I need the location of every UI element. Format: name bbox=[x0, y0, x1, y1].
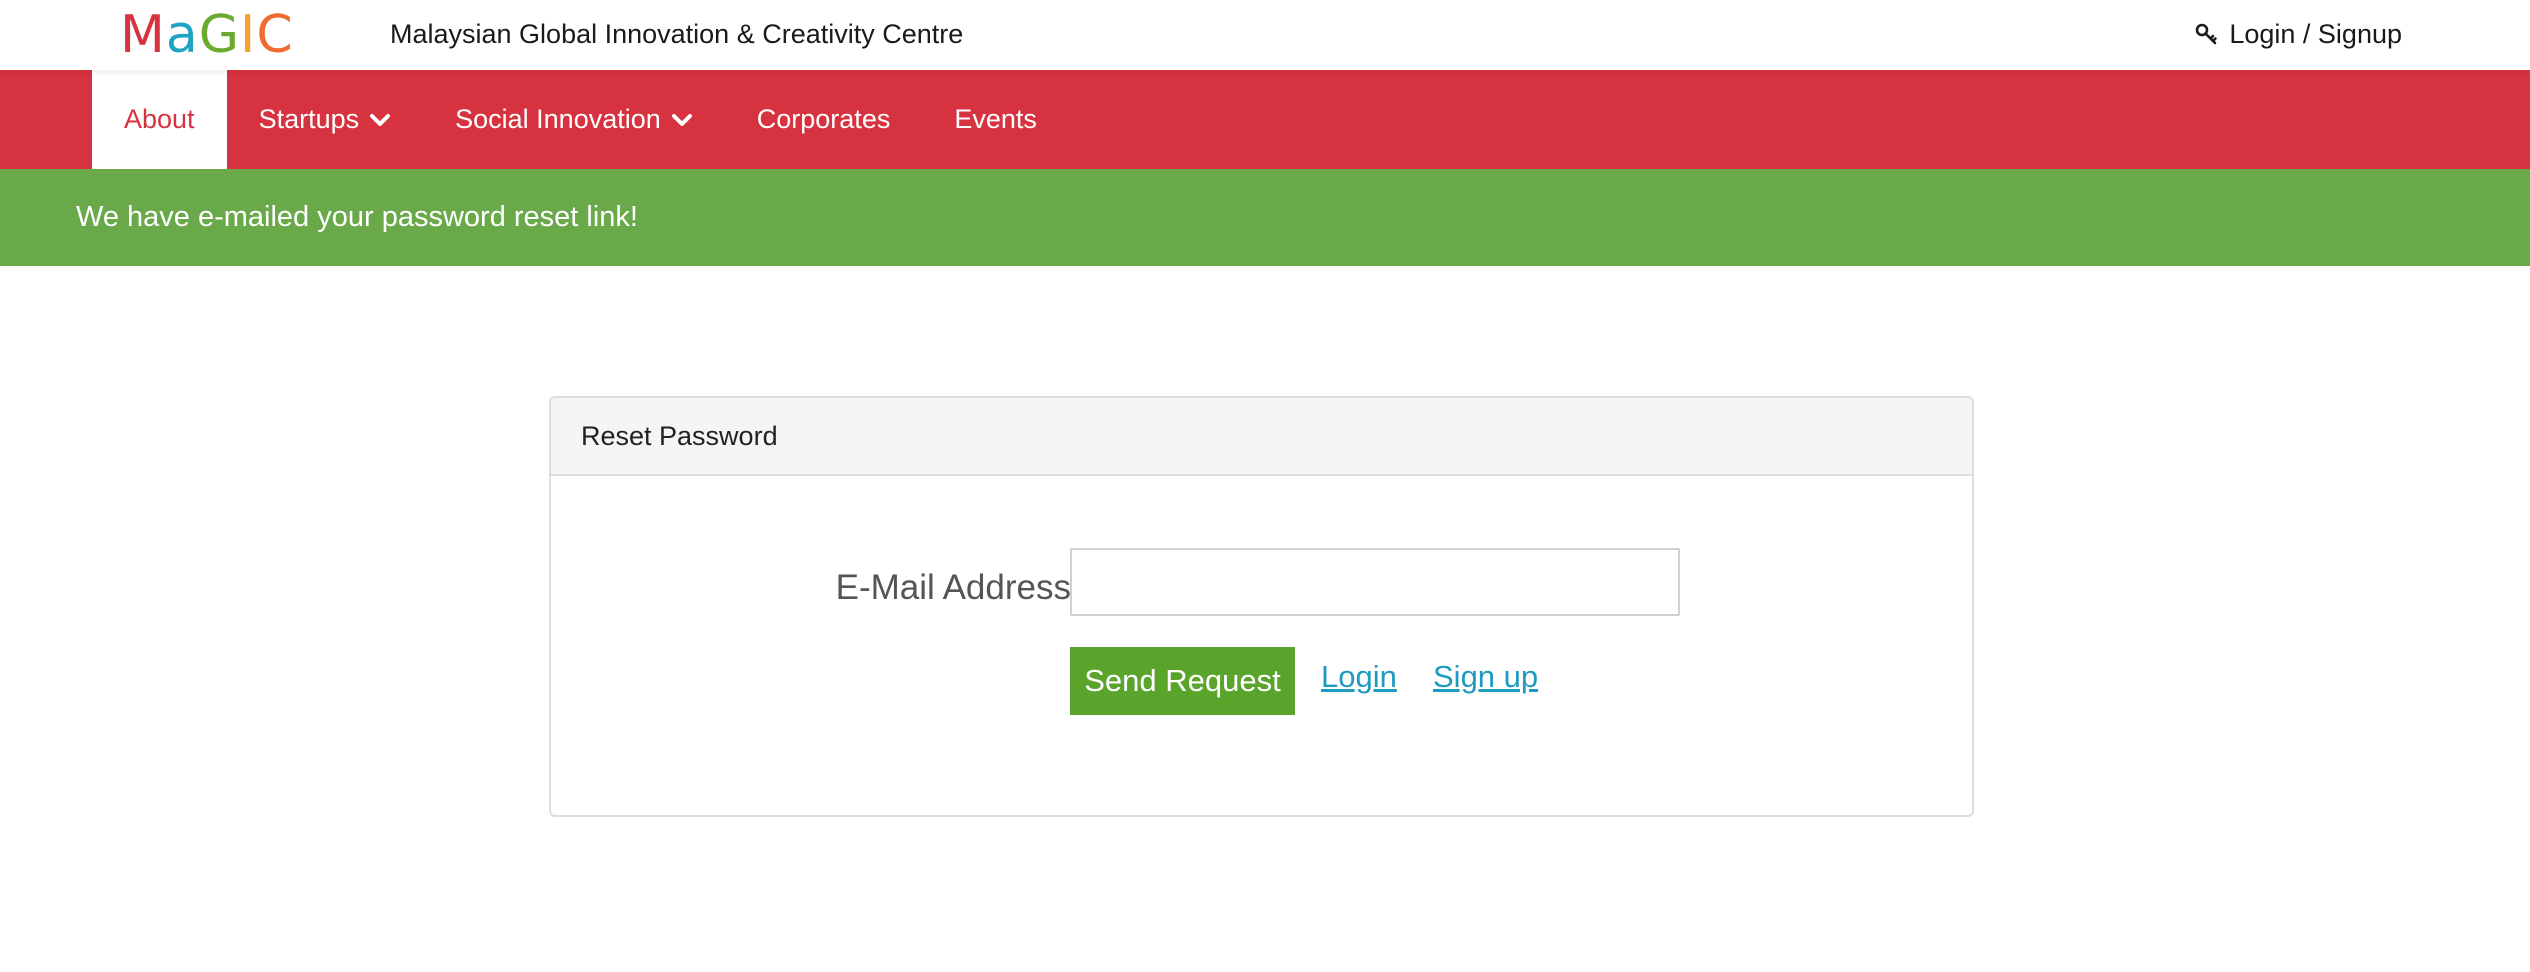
key-icon bbox=[2195, 22, 2219, 46]
send-request-button[interactable]: Send Request bbox=[1070, 647, 1295, 715]
signup-link[interactable]: Sign up bbox=[1433, 657, 1538, 697]
login-link[interactable]: Login bbox=[1321, 657, 1397, 697]
nav-item-about[interactable]: About bbox=[92, 70, 227, 169]
reset-password-panel: Reset Password E-Mail Address Send Reque… bbox=[549, 396, 1974, 817]
chevron-down-icon bbox=[671, 113, 693, 127]
login-signup-link[interactable]: Login / Signup bbox=[2195, 16, 2402, 52]
nav-item-startups[interactable]: Startups bbox=[227, 70, 424, 169]
nav-item-label: Corporates bbox=[756, 104, 891, 134]
nav-list: About Startups Social Innovation Corpora… bbox=[92, 70, 1069, 169]
nav-item-label: Social Innovation bbox=[455, 104, 661, 134]
nav-item-label: Events bbox=[954, 104, 1037, 134]
nav-item-events[interactable]: Events bbox=[922, 70, 1069, 169]
chevron-down-icon bbox=[369, 113, 391, 127]
alert-message: We have e-mailed your password reset lin… bbox=[76, 201, 638, 233]
nav-item-social-innovation[interactable]: Social Innovation bbox=[423, 70, 725, 169]
panel-title: Reset Password bbox=[581, 420, 778, 451]
nav-item-label: About bbox=[124, 104, 195, 134]
logo-letter-a: a bbox=[165, 5, 199, 65]
panel-header: Reset Password bbox=[551, 398, 1972, 476]
nav-item-corporates[interactable]: Corporates bbox=[725, 70, 923, 169]
site-title: Malaysian Global Innovation & Creativity… bbox=[390, 19, 964, 49]
logo-letter-i: I bbox=[240, 5, 257, 65]
nav-item-label: Startups bbox=[258, 104, 360, 134]
email-label: E-Mail Address bbox=[835, 568, 1071, 607]
magic-logo[interactable]: M a G I C bbox=[120, 5, 294, 65]
success-alert: We have e-mailed your password reset lin… bbox=[0, 169, 2530, 266]
login-signup-label: Login / Signup bbox=[2229, 19, 2402, 49]
main-navigation: About Startups Social Innovation Corpora… bbox=[0, 70, 2530, 169]
top-header: M a G I C Malaysian Global Innovation & … bbox=[0, 0, 2530, 70]
logo-letter-m: M bbox=[120, 5, 166, 65]
logo-letter-c: C bbox=[256, 5, 294, 65]
logo-letter-g: G bbox=[198, 5, 241, 65]
email-field[interactable] bbox=[1070, 548, 1680, 616]
